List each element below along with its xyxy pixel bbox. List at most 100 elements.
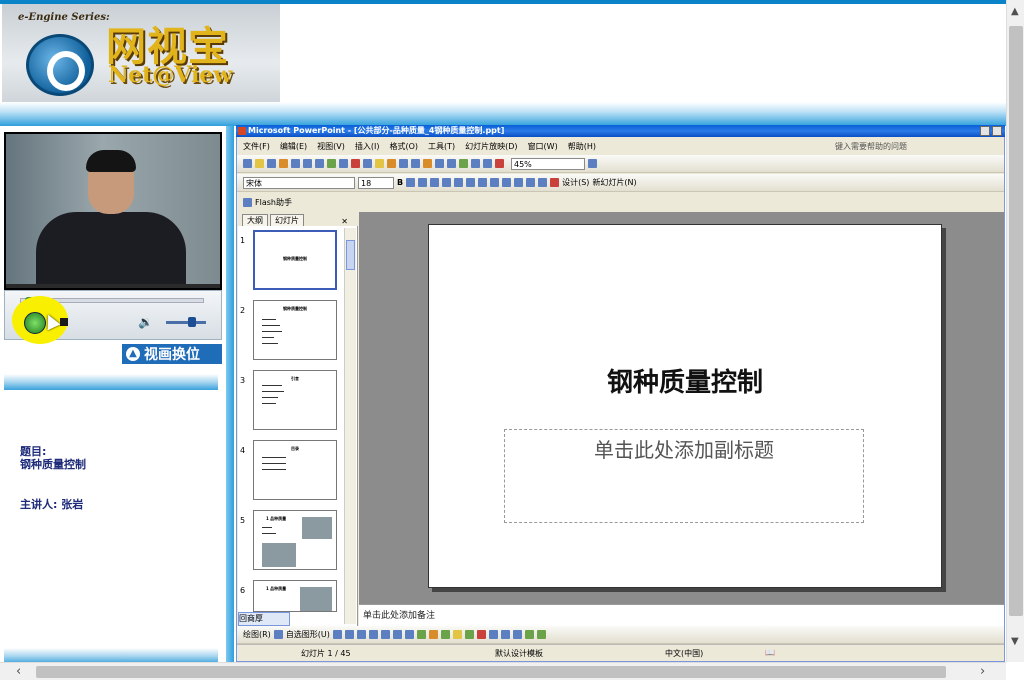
volume-slider[interactable] [166, 321, 206, 324]
design-button[interactable]: 设计(S) [562, 177, 589, 188]
horizontal-scroll-thumb[interactable] [36, 666, 946, 678]
arrow-style-icon[interactable] [512, 630, 522, 639]
menu-tools[interactable]: 工具(T) [428, 141, 455, 152]
scroll-down-icon[interactable]: ▼ [1011, 636, 1019, 647]
shadow-icon[interactable] [430, 178, 440, 187]
color-grayscale-icon[interactable] [495, 159, 504, 168]
numbering-icon[interactable] [478, 178, 488, 187]
open-icon[interactable] [255, 159, 264, 168]
font-size-select[interactable]: 18 [358, 176, 394, 189]
bullets-icon[interactable] [490, 178, 500, 187]
spelling-icon[interactable] [327, 159, 336, 168]
oval-icon[interactable] [368, 630, 378, 639]
scroll-left-icon[interactable]: ‹ [16, 664, 21, 679]
wordart-icon[interactable] [404, 630, 414, 639]
slide-thumbnail-6[interactable]: 1 品种质量 [253, 580, 337, 612]
scroll-thumb[interactable] [346, 240, 355, 270]
slide-thumbnail-3[interactable]: 引言 [253, 370, 337, 430]
slide-thumbnail-4[interactable]: 目录 [253, 440, 337, 500]
cut-icon[interactable] [351, 159, 360, 168]
print-icon[interactable] [303, 159, 312, 168]
picture-icon[interactable] [440, 630, 450, 639]
slide-thumbnail-5[interactable]: 1 品种质量 [253, 510, 337, 570]
fill-color-icon[interactable] [452, 630, 462, 639]
menu-help[interactable]: 帮助(H) [568, 141, 596, 152]
tables-borders-icon[interactable] [447, 159, 456, 168]
scroll-up-icon[interactable]: ▲ [1011, 6, 1019, 17]
select-arrow-icon[interactable] [273, 630, 283, 639]
close-panel-icon[interactable]: ✕ [337, 217, 352, 226]
line-icon[interactable] [332, 630, 342, 639]
new-slide-button[interactable]: 新幻灯片(N) [592, 177, 636, 188]
clipart-icon[interactable] [428, 630, 438, 639]
decrease-indent-icon[interactable] [526, 178, 536, 187]
view-buttons[interactable]: 回商厚 [238, 612, 290, 626]
font-color-icon[interactable] [476, 630, 486, 639]
redo-icon[interactable] [411, 159, 420, 168]
menu-file[interactable]: 文件(F) [243, 141, 270, 152]
draw-menu[interactable]: 绘图(R) [243, 629, 271, 640]
arrow-icon[interactable] [344, 630, 354, 639]
scroll-right-icon[interactable]: › [980, 664, 985, 679]
restore-icon[interactable] [980, 126, 990, 136]
font-color-icon[interactable] [550, 178, 560, 187]
expand-all-icon[interactable] [471, 159, 480, 168]
paste-icon[interactable] [375, 159, 384, 168]
center-icon[interactable] [454, 178, 464, 187]
vertical-scroll-thumb[interactable] [1009, 26, 1023, 616]
flash-helper-button[interactable]: Flash助手 [255, 197, 292, 208]
menu-format[interactable]: 格式(O) [389, 141, 418, 152]
tab-slides[interactable]: 幻灯片 [270, 214, 304, 226]
page-vertical-scrollbar[interactable]: ▲ ▼ [1006, 0, 1024, 662]
print-preview-icon[interactable] [315, 159, 324, 168]
thumbnail-scrollbar[interactable] [344, 228, 356, 624]
3d-style-icon[interactable] [536, 630, 546, 639]
slide-title[interactable]: 钢种质量控制 [428, 362, 942, 399]
menu-insert[interactable]: 插入(I) [355, 141, 380, 152]
swap-view-button[interactable]: ▲ 视画换位 [122, 344, 222, 364]
notes-pane[interactable]: 单击此处添加备注 [359, 604, 1004, 626]
volume-thumb[interactable] [188, 317, 196, 327]
format-painter-icon[interactable] [387, 159, 396, 168]
stop-button[interactable] [60, 318, 68, 326]
email-icon[interactable] [291, 159, 300, 168]
italic-icon[interactable] [406, 178, 416, 187]
bold-button[interactable]: B [397, 178, 403, 187]
increase-indent-icon[interactable] [538, 178, 548, 187]
diagram-icon[interactable] [416, 630, 426, 639]
current-slide[interactable] [428, 224, 942, 588]
font-select[interactable]: 宋体 [243, 176, 355, 189]
line-color-icon[interactable] [464, 630, 474, 639]
copy-icon[interactable] [363, 159, 372, 168]
help-search-input[interactable]: 键入需要帮助的问题 [834, 140, 954, 153]
close-icon[interactable] [992, 126, 1002, 136]
subtitle-text[interactable]: 单击此处添加副标题 [504, 434, 864, 463]
permission-icon[interactable] [279, 159, 288, 168]
insert-chart-icon[interactable] [423, 159, 432, 168]
insert-picture-icon[interactable] [459, 159, 468, 168]
page-horizontal-scrollbar[interactable]: ‹ › [0, 662, 1006, 680]
show-formatting-icon[interactable] [483, 159, 492, 168]
shadow-style-icon[interactable] [524, 630, 534, 639]
align-right-icon[interactable] [466, 178, 476, 187]
undo-icon[interactable] [399, 159, 408, 168]
research-icon[interactable] [339, 159, 348, 168]
align-left-icon[interactable] [442, 178, 452, 187]
decrease-font-icon[interactable] [514, 178, 524, 187]
textbox-icon[interactable] [380, 630, 390, 639]
new-icon[interactable] [243, 159, 252, 168]
video-player[interactable] [4, 132, 222, 290]
menu-edit[interactable]: 编辑(E) [280, 141, 307, 152]
vertical-textbox-icon[interactable] [392, 630, 402, 639]
autoshape-menu[interactable]: 自选图形(U) [286, 629, 330, 640]
help-icon[interactable] [588, 159, 597, 168]
menu-window[interactable]: 窗口(W) [528, 141, 558, 152]
menu-slideshow[interactable]: 幻灯片放映(D) [465, 141, 517, 152]
slide-thumbnail-1[interactable]: 钢种质量控制 [253, 230, 337, 290]
line-style-icon[interactable] [488, 630, 498, 639]
rectangle-icon[interactable] [356, 630, 366, 639]
tab-outline[interactable]: 大纲 [242, 214, 268, 226]
save-icon[interactable] [267, 159, 276, 168]
volume-icon[interactable]: 🔉 [138, 316, 154, 328]
underline-icon[interactable] [418, 178, 428, 187]
